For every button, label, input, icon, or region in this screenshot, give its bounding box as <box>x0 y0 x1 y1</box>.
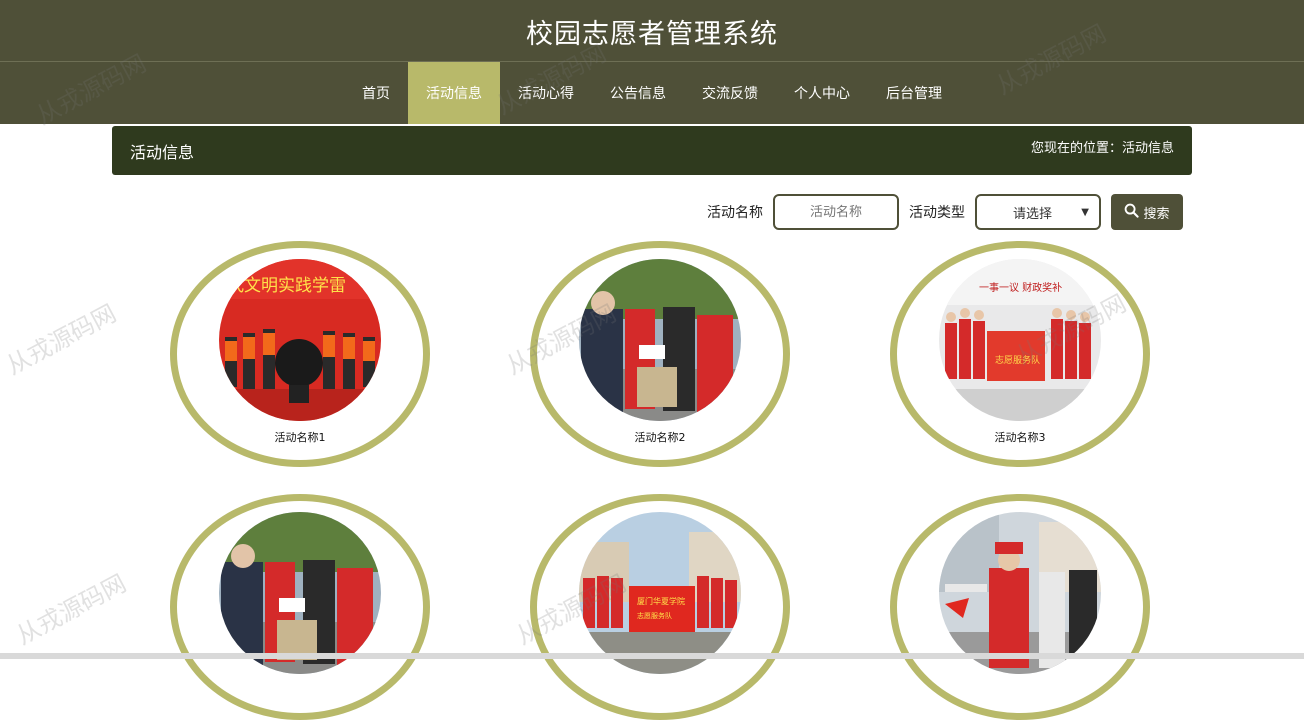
site-header: 校园志愿者管理系统 <box>0 0 1304 62</box>
nav-feedback[interactable]: 交流反馈 <box>684 62 776 124</box>
watermark: 从戎源码网 <box>1 299 121 381</box>
svg-text:志愿服务队: 志愿服务队 <box>995 354 1040 366</box>
search-icon <box>1124 203 1140 222</box>
activity-photo[interactable]: 代文明实践学雷 <box>219 259 381 421</box>
activity-card[interactable] <box>890 494 1150 720</box>
page-title: 活动信息 <box>130 142 195 162</box>
nav-home[interactable]: 首页 <box>344 62 408 124</box>
activity-photo[interactable]: 厦门华夏学院 志愿服务队 <box>579 512 741 674</box>
activity-card[interactable]: 活动名称2 <box>530 241 790 467</box>
page-title-bar: 活动信息 您现在的位置：活动信息 <box>112 126 1192 175</box>
nav-personal-center[interactable]: 个人中心 <box>776 62 868 124</box>
activity-card[interactable]: 代文明实践学雷 活动名称1 <box>170 241 430 467</box>
activity-photo[interactable]: 一事一议 财政奖补 志愿服务队 <box>939 259 1101 421</box>
activity-card[interactable]: 厦门华夏学院 志愿服务队 <box>530 494 790 720</box>
activity-type-select[interactable]: 请选择 ▼ <box>975 194 1101 230</box>
search-button[interactable]: 搜索 <box>1111 194 1183 230</box>
activity-photo[interactable] <box>579 259 741 421</box>
nav-admin[interactable]: 后台管理 <box>868 62 960 124</box>
activity-type-selected: 请选择 <box>1013 206 1053 222</box>
breadcrumb: 您现在的位置：活动信息 <box>1030 141 1174 156</box>
svg-text:志愿服务队: 志愿服务队 <box>637 611 672 620</box>
activity-name-input[interactable] <box>773 194 899 230</box>
activity-name[interactable]: 活动名称2 <box>530 429 790 445</box>
activity-name[interactable]: 活动名称3 <box>890 429 1150 445</box>
search-bar: 活动名称 活动类型 请选择 ▼ 搜索 <box>707 194 1183 230</box>
site-title: 校园志愿者管理系统 <box>526 18 778 50</box>
watermark: 从戎源码网 <box>11 569 131 651</box>
activity-type-label: 活动类型 <box>909 205 965 221</box>
chevron-down-icon: ▼ <box>1081 206 1089 218</box>
search-button-label: 搜索 <box>1143 206 1170 222</box>
activity-name-label: 活动名称 <box>707 205 763 221</box>
main-nav: 首页 活动信息 活动心得 公告信息 交流反馈 个人中心 后台管理 <box>0 62 1304 124</box>
activity-card[interactable]: 一事一议 财政奖补 志愿服务队 活动名称3 <box>890 241 1150 467</box>
nav-announcements[interactable]: 公告信息 <box>592 62 684 124</box>
activity-photo[interactable] <box>219 512 381 674</box>
horizontal-scrollbar[interactable] <box>0 653 1304 659</box>
nav-activity-experience[interactable]: 活动心得 <box>500 62 592 124</box>
activity-photo[interactable] <box>939 512 1101 674</box>
activity-card[interactable] <box>170 494 430 720</box>
nav-activity-info[interactable]: 活动信息 <box>408 62 500 124</box>
svg-text:代文明实践学雷: 代文明实践学雷 <box>227 276 346 296</box>
svg-text:一事一议 财政奖补: 一事一议 财政奖补 <box>979 281 1062 294</box>
activity-name[interactable]: 活动名称1 <box>170 429 430 445</box>
svg-text:厦门华夏学院: 厦门华夏学院 <box>637 596 685 606</box>
